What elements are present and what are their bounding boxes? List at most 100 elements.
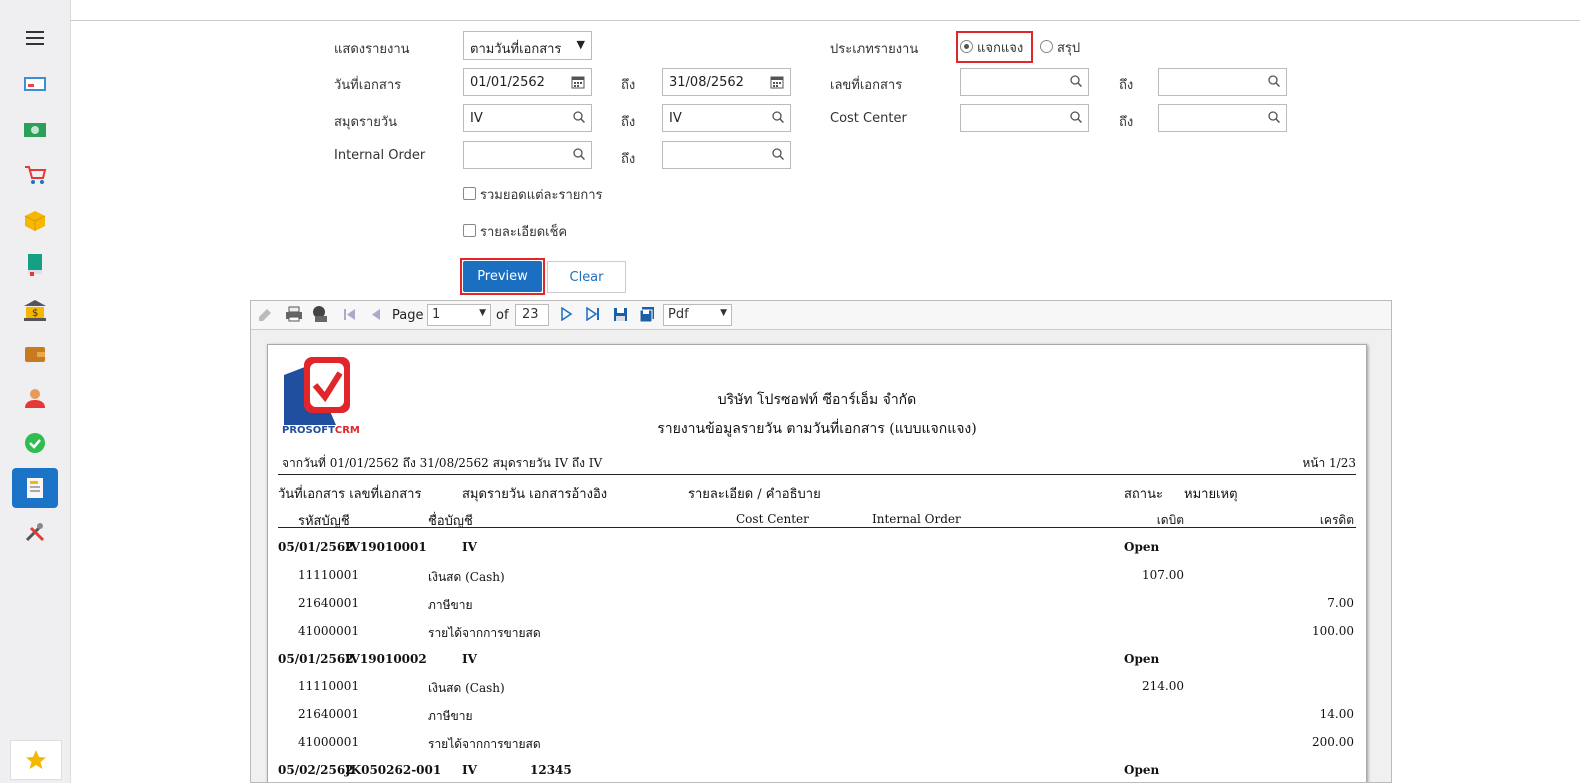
search-icon[interactable] — [573, 111, 586, 127]
total-pages-box: 23 — [515, 304, 549, 326]
svg-text:$: $ — [32, 308, 38, 319]
internal-order-from-input[interactable] — [463, 141, 592, 169]
sum-each-checkbox[interactable] — [463, 187, 476, 200]
doc-no-from-input[interactable] — [960, 68, 1089, 96]
search-icon[interactable] — [1070, 111, 1083, 127]
cheque-detail-label: รายละเอียดเช็ค — [480, 225, 568, 240]
radio-detail[interactable] — [960, 40, 973, 53]
page-label: Page — [392, 308, 424, 323]
search-icon[interactable] — [1268, 75, 1281, 91]
search-icon[interactable] — [772, 111, 785, 127]
dropdown-arrow-icon: ▼ — [720, 308, 727, 318]
save-as-icon[interactable] — [639, 306, 656, 327]
bank-icon[interactable]: $ — [12, 290, 58, 330]
doc-date-to-input[interactable]: 31/08/2562 — [662, 68, 791, 96]
to-label: ถึง — [621, 115, 636, 130]
preview-button[interactable]: Preview — [463, 261, 542, 292]
show-report-select[interactable]: ตามวันที่เอกสาร ▼ — [463, 31, 592, 60]
report-viewer: Page 1 ▼ of 23 Pdf ▼ PROSOFTCRM บริษัท โ… — [250, 300, 1392, 783]
wallet-icon[interactable] — [12, 334, 58, 374]
header-line-bottom — [278, 527, 1356, 528]
last-page-icon[interactable] — [585, 306, 601, 325]
export-icon[interactable] — [311, 305, 329, 327]
doc-no-to-input[interactable] — [1158, 68, 1287, 96]
line-code: 11110001 — [298, 679, 360, 693]
book-icon[interactable] — [12, 244, 58, 284]
hamburger-menu-icon[interactable] — [12, 18, 58, 58]
radio-detail-label: แจกแจง — [977, 41, 1024, 56]
to-label: ถึง — [621, 78, 636, 93]
internal-order-label: Internal Order — [334, 148, 426, 163]
print-icon[interactable] — [285, 306, 303, 326]
line-name: เงินสด (Cash) — [428, 681, 505, 695]
doc-date-label: วันที่เอกสาร — [334, 78, 402, 93]
tools-icon[interactable] — [12, 512, 58, 552]
dropdown-arrow-icon: ▼ — [576, 38, 585, 51]
cost-center-to-input[interactable] — [1158, 104, 1287, 132]
report-title: รายงานข้อมูลรายวัน ตามวันที่เอกสาร (แบบแ… — [657, 421, 977, 437]
clear-button[interactable]: Clear — [547, 261, 626, 293]
doc-journal: IV — [462, 540, 477, 554]
company-name: บริษัท โปรซอฟท์ ซีอาร์เอ็ม จำกัด — [717, 392, 917, 408]
dropdown-arrow-icon: ▼ — [479, 308, 486, 318]
col-doc-date-no: วันที่เอกสาร เลขที่เอกสาร — [278, 487, 422, 502]
col-remark: หมายเหตุ — [1184, 487, 1238, 502]
doc-ref: 12345 — [530, 763, 572, 777]
radio-summary[interactable] — [1040, 40, 1053, 53]
check-circle-icon[interactable] — [12, 423, 58, 463]
doc-no: IV19010001 — [345, 540, 427, 554]
toggle-icon[interactable] — [257, 307, 273, 325]
doc-date-from-input[interactable]: 01/01/2562 — [463, 68, 592, 96]
calendar-icon[interactable] — [770, 75, 784, 93]
radio-summary-label: สรุป — [1057, 41, 1081, 56]
line-code: 41000001 — [298, 624, 360, 638]
line-code: 21640001 — [298, 707, 360, 721]
line-name: เงินสด (Cash) — [428, 570, 505, 584]
search-icon[interactable] — [772, 148, 785, 164]
line-debit: 107.00 — [1142, 568, 1184, 582]
calendar-icon[interactable] — [571, 75, 585, 93]
journal-from-input[interactable]: IV — [463, 104, 592, 132]
sum-each-label: รวมยอดแต่ละรายการ — [480, 188, 603, 203]
internal-order-to-input[interactable] — [662, 141, 791, 169]
box-icon[interactable] — [12, 200, 58, 240]
doc-status: Open — [1124, 652, 1160, 666]
cart-icon[interactable] — [12, 155, 58, 195]
export-format-select[interactable]: Pdf ▼ — [663, 304, 732, 326]
dashboard-icon[interactable] — [12, 64, 58, 104]
doc-status: Open — [1124, 540, 1160, 554]
header-line-top — [278, 474, 1356, 475]
sidebar: $ — [0, 0, 71, 783]
line-code: 21640001 — [298, 596, 360, 610]
next-page-icon[interactable] — [559, 306, 573, 325]
report-criteria: จากวันที่ 01/01/2562 ถึง 31/08/2562 สมุด… — [282, 456, 603, 470]
first-page-icon[interactable] — [343, 308, 357, 325]
prev-page-icon[interactable] — [370, 308, 382, 325]
to-label: ถึง — [621, 152, 636, 167]
money-icon[interactable] — [12, 110, 58, 150]
search-icon[interactable] — [1268, 111, 1281, 127]
save-icon[interactable] — [613, 307, 628, 326]
col-status: สถานะ — [1124, 487, 1163, 502]
doc-journal: IV — [462, 652, 477, 666]
line-name: ภาษีขาย — [428, 709, 473, 723]
doc-status: Open — [1124, 763, 1160, 777]
top-bar — [70, 0, 1580, 21]
report-page: PROSOFTCRM บริษัท โปรซอฟท์ ซีอาร์เอ็ม จำ… — [267, 344, 1367, 782]
to-label: ถึง — [1119, 115, 1134, 130]
user-icon[interactable] — [12, 378, 58, 418]
page-select[interactable]: 1 ▼ — [427, 304, 491, 326]
col-journal-ref: สมุดรายวัน เอกสารอ้างอิง — [462, 487, 608, 502]
search-icon[interactable] — [1070, 75, 1083, 91]
cost-center-from-input[interactable] — [960, 104, 1089, 132]
favorite-star-icon[interactable] — [10, 740, 62, 780]
cheque-detail-checkbox[interactable] — [463, 224, 476, 237]
of-label: of — [496, 308, 509, 323]
report-page-info: หน้า 1/23 — [1302, 456, 1356, 470]
report-icon[interactable] — [12, 468, 58, 508]
journal-to-input[interactable]: IV — [662, 104, 791, 132]
journal-label: สมุดรายวัน — [334, 115, 398, 130]
line-name: รายได้จากการขายสด — [428, 737, 541, 751]
line-code: 11110001 — [298, 568, 360, 582]
search-icon[interactable] — [573, 148, 586, 164]
